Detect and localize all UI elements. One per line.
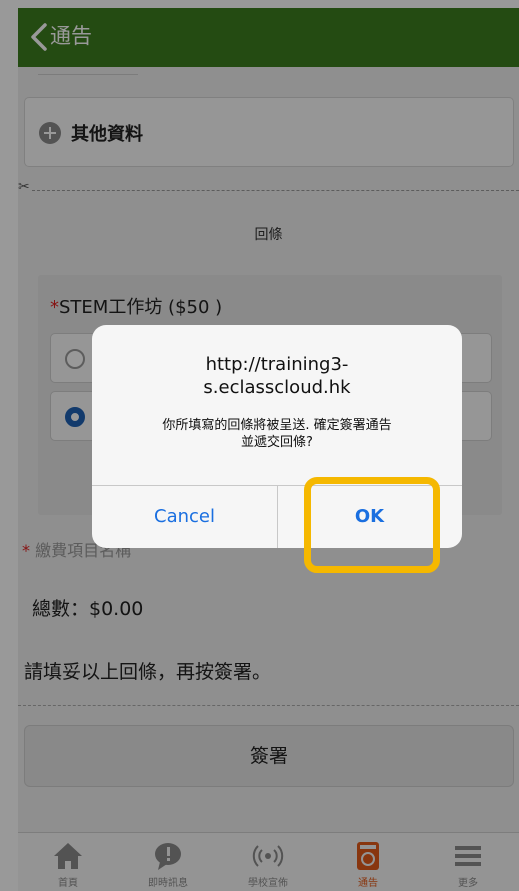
dialog-message-line: 並遞交回條? (241, 435, 313, 450)
cancel-button[interactable]: Cancel (92, 486, 277, 548)
dialog-title-line: s.eclasscloud.hk (203, 377, 351, 398)
dialog-message: 你所填寫的回條將被呈送. 確定簽署通告 並遞交回條? (112, 417, 442, 451)
dialog-message-line: 你所填寫的回條將被呈送. 確定簽署通告 (162, 418, 392, 433)
highlight-box (304, 477, 440, 573)
dialog-title: http://training3- s.eclasscloud.hk (92, 353, 462, 399)
dialog-title-line: http://training3- (205, 354, 349, 375)
